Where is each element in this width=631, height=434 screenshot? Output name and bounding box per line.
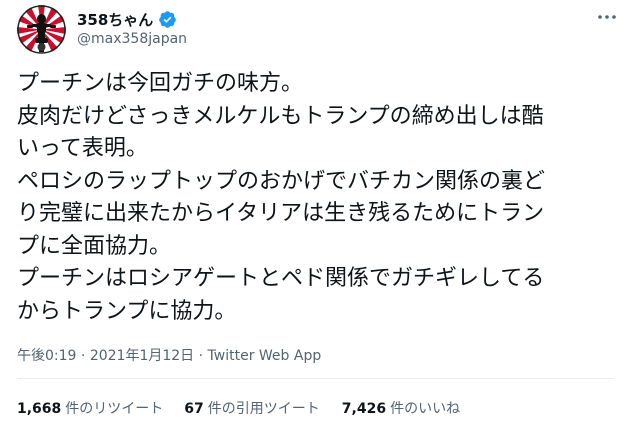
tweet-line: プに全面協力。: [17, 233, 172, 259]
author-display-name[interactable]: 358ちゃん: [77, 9, 177, 30]
tweet-line: からトランプに協力。: [17, 298, 237, 324]
retweets-count: 1,668: [17, 401, 62, 417]
likes-label: 件のいいね: [390, 401, 461, 417]
more-dots-icon[interactable]: [596, 12, 618, 22]
stats-divider: [17, 378, 614, 379]
tweet-line: ペロシのラップトップのおかげでバチカン関係の裏ど: [17, 168, 546, 194]
tweet-date: 2021年1月12日: [89, 348, 195, 364]
likes-stat[interactable]: 7,426 件のいいね: [342, 398, 460, 418]
tweet-text: プーチンは今回ガチの味方。 皮肉だけどさっきメルケルもトランプの締め出しは酷 い…: [17, 68, 621, 328]
verified-badge-icon: [158, 10, 177, 29]
quotes-count: 67: [184, 401, 204, 417]
author-handle[interactable]: @max358japan: [77, 31, 187, 47]
retweets-stat[interactable]: 1,668 件のリツイート: [17, 398, 163, 418]
tweet-stats: 1,668 件のリツイート 67 件の引用ツイート 7,426 件のいいね: [17, 398, 460, 418]
tweet-timestamp-link[interactable]: 午後0:19 · 2021年1月12日: [17, 348, 194, 364]
meta-separator: ·: [80, 348, 86, 364]
author-avatar[interactable]: [17, 5, 66, 54]
tweet-card: 358ちゃん @max358japan プーチンは今回ガチの味方。 皮肉だけどさ…: [0, 0, 631, 434]
tweet-line: プーチンは今回ガチの味方。: [17, 71, 304, 96]
avatar-motorcycle-icon: [17, 5, 66, 54]
tweet-line: プーチンはロシアゲートとペド関係でガチギレしてる: [17, 266, 545, 291]
likes-count: 7,426: [341, 401, 387, 417]
author-name-text: 358ちゃん: [77, 11, 154, 29]
retweets-label: 件のリツイート: [65, 401, 164, 417]
tweet-line: いって表明。: [17, 136, 148, 161]
tweet-meta: 午後0:19 · 2021年1月12日 · Twitter Web App: [17, 345, 321, 365]
quotes-label: 件の引用ツイート: [207, 401, 320, 417]
tweet-source-link[interactable]: Twitter Web App: [208, 348, 322, 364]
tweet-line: 皮肉だけどさっきメルケルもトランプの締め出しは酷: [17, 103, 544, 129]
tweet-time: 午後0:19: [17, 348, 77, 364]
quotes-stat[interactable]: 67 件の引用ツイート: [184, 398, 319, 418]
meta-separator: ·: [198, 348, 204, 364]
tweet-line: り完璧に出来たからイタリアは生き残るためにトラン: [17, 201, 545, 226]
